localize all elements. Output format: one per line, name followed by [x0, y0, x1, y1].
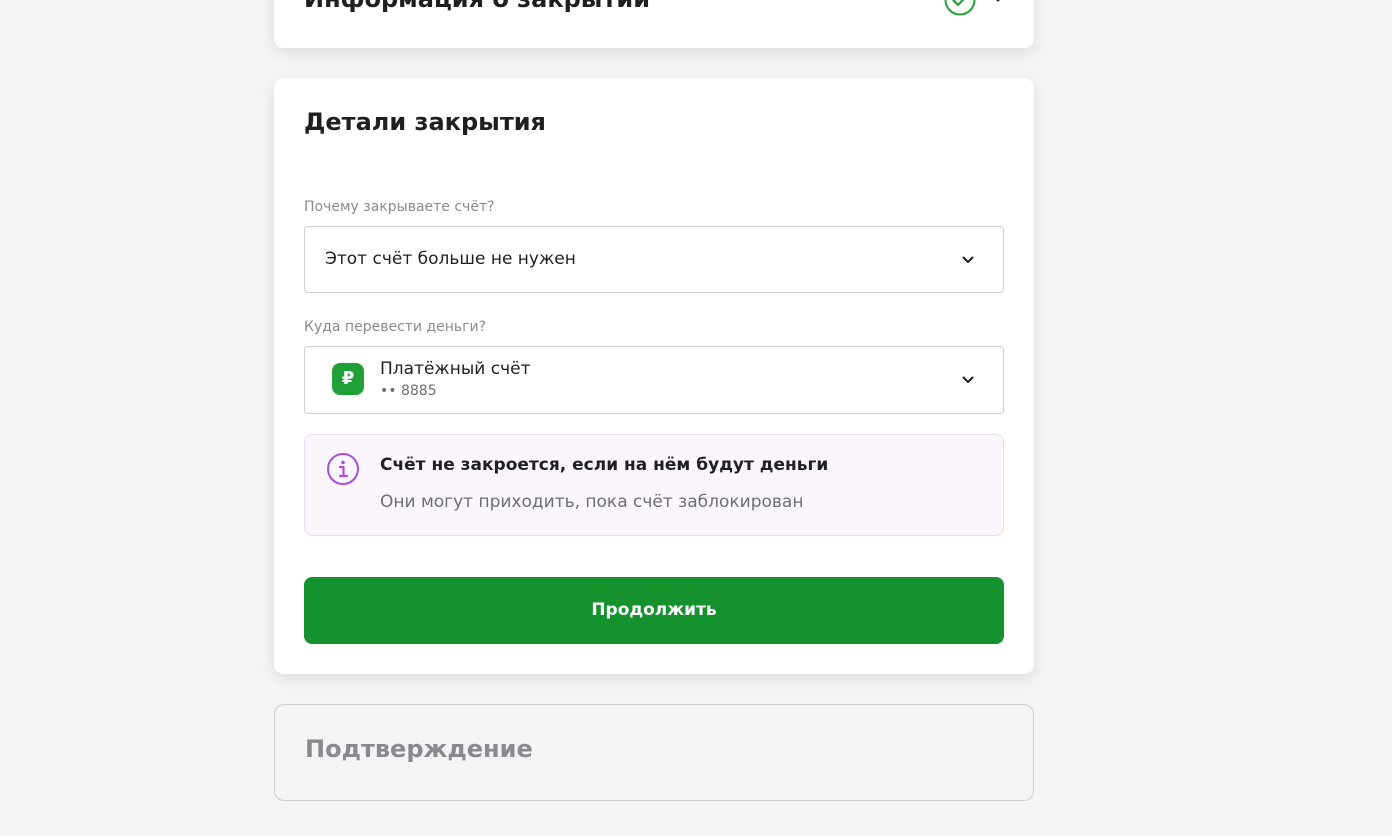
ruble-icon: ₽: [332, 363, 364, 395]
reason-label: Почему закрываете счёт?: [304, 199, 495, 215]
transfer-account-select[interactable]: ₽ Платёжный счёт •• 8885: [304, 346, 1004, 414]
closing-notice: Счёт не закроется, если на нём будут ден…: [304, 434, 1004, 536]
chevron-down-icon[interactable]: [990, 0, 1006, 6]
chevron-down-icon: [962, 376, 974, 383]
account-number: •• 8885: [380, 383, 437, 399]
continue-button[interactable]: Продолжить: [304, 577, 1004, 644]
step-closing-details: Детали закрытия Почему закрываете счёт? …: [274, 78, 1034, 674]
chevron-down-icon: [962, 256, 974, 263]
account-name: Платёжный счёт: [380, 359, 531, 379]
step-closing-info-title: Информация о закрытии: [304, 0, 650, 14]
step-confirmation-title: Подтверждение: [305, 735, 533, 763]
transfer-label: Куда перевести деньги?: [304, 319, 487, 335]
reason-select[interactable]: Этот счёт больше не нужен: [304, 226, 1004, 293]
check-circle-icon: [944, 0, 976, 16]
step-confirmation: Подтверждение: [274, 704, 1034, 801]
step-closing-info[interactable]: Информация о закрытии: [274, 0, 1034, 48]
notice-title: Счёт не закроется, если на нём будут ден…: [380, 455, 829, 475]
notice-text: Они могут приходить, пока счёт заблокиро…: [380, 492, 804, 512]
page: Информация о закрытии Детали закрытия По…: [0, 0, 1392, 836]
info-icon: [327, 453, 359, 485]
closing-details-heading: Детали закрытия: [304, 108, 546, 136]
reason-select-value: Этот счёт больше не нужен: [325, 249, 576, 269]
